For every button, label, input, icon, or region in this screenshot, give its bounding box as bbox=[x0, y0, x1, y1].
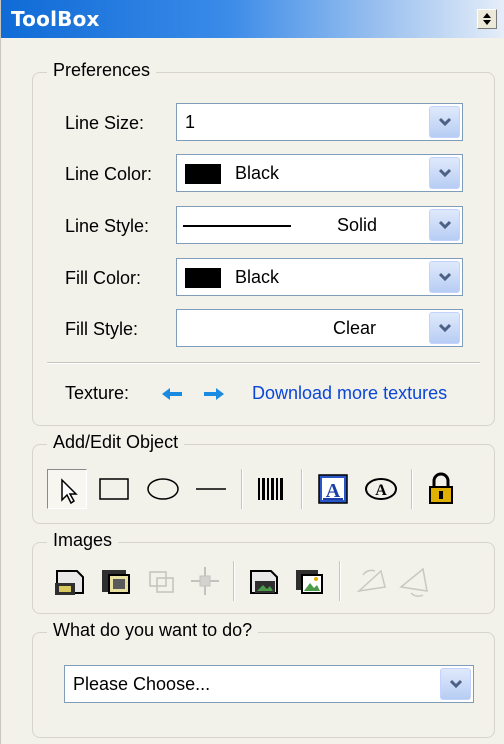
texture-label: Texture: bbox=[65, 383, 130, 403]
preferences-divider bbox=[47, 362, 480, 364]
chevron-down-icon bbox=[438, 168, 452, 178]
preferences-group: Preferences Line Size: 1 Line Color: Bla… bbox=[32, 60, 495, 426]
text-circle-tool[interactable]: A bbox=[361, 469, 401, 509]
image-crop-icon bbox=[149, 571, 174, 593]
task-group: What do you want to do? Please Choose... bbox=[32, 620, 495, 738]
rotate-right-tool bbox=[395, 561, 435, 601]
rectangle-tool[interactable] bbox=[95, 469, 135, 509]
line-style-preview bbox=[183, 225, 291, 227]
toolbox-window: ToolBox Preferences Line Size: 1 Line Co… bbox=[0, 0, 504, 744]
fill-color-swatch bbox=[185, 268, 221, 288]
line-size-dropdown-button[interactable] bbox=[429, 106, 460, 138]
fill-color-dropdown-button[interactable] bbox=[429, 261, 460, 293]
image-move-icon bbox=[191, 567, 219, 595]
fill-color-select[interactable]: Black bbox=[176, 258, 463, 296]
line-color-dropdown-button[interactable] bbox=[429, 157, 460, 189]
fill-color-value: Black bbox=[235, 267, 280, 287]
tool-separator bbox=[411, 469, 413, 509]
line-size-label: Line Size: bbox=[65, 113, 145, 133]
ellipse-tool[interactable] bbox=[143, 469, 183, 509]
chevron-down-icon bbox=[438, 323, 452, 333]
image-move-tool bbox=[185, 561, 225, 601]
line-tool[interactable] bbox=[191, 469, 231, 509]
chevron-down-icon bbox=[438, 272, 452, 282]
collapse-button[interactable] bbox=[477, 9, 497, 29]
task-select-value: Please Choose... bbox=[73, 674, 211, 694]
text-frame-tool[interactable]: A bbox=[313, 469, 353, 509]
line-style-dropdown-button[interactable] bbox=[429, 209, 460, 241]
lock-icon bbox=[429, 472, 453, 504]
line-style-select[interactable]: Solid bbox=[176, 206, 463, 244]
task-dropdown-button[interactable] bbox=[440, 668, 471, 700]
image-back-tool[interactable] bbox=[289, 561, 329, 601]
lock-tool[interactable] bbox=[421, 469, 461, 509]
image-crop-tool bbox=[141, 561, 181, 601]
line-size-value: 1 bbox=[185, 112, 196, 132]
images-group: Images bbox=[32, 530, 495, 614]
add-edit-object-group: Add/Edit Object A A bbox=[32, 432, 495, 524]
image-insert-icon bbox=[55, 570, 84, 595]
pointer-icon bbox=[61, 478, 78, 505]
barcode-tool[interactable] bbox=[251, 469, 291, 509]
fill-style-label: Fill Style: bbox=[65, 319, 139, 339]
task-select[interactable]: Please Choose... bbox=[64, 665, 474, 703]
add-edit-object-legend: Add/Edit Object bbox=[47, 432, 185, 453]
tool-separator bbox=[339, 561, 341, 601]
line-color-select[interactable]: Black bbox=[176, 154, 463, 192]
image-insert-tool[interactable] bbox=[49, 561, 89, 601]
image-replace-tool[interactable] bbox=[95, 561, 135, 601]
line-color-label: Line Color: bbox=[65, 164, 153, 184]
line-size-select[interactable]: 1 bbox=[176, 103, 463, 141]
task-legend: What do you want to do? bbox=[47, 620, 259, 641]
title-bar[interactable]: ToolBox bbox=[1, 0, 504, 38]
image-front-tool[interactable] bbox=[243, 561, 283, 601]
chevron-down-icon bbox=[438, 220, 452, 230]
line-style-label: Line Style: bbox=[65, 216, 150, 236]
fill-color-label: Fill Color: bbox=[65, 268, 142, 288]
line-color-value: Black bbox=[235, 163, 280, 183]
tool-separator bbox=[301, 469, 303, 509]
rotate-right-icon bbox=[399, 567, 428, 597]
line-icon bbox=[196, 488, 226, 490]
pointer-tool[interactable] bbox=[47, 469, 87, 509]
texture-next-icon[interactable] bbox=[203, 387, 225, 401]
fill-style-dropdown-button[interactable] bbox=[429, 312, 460, 344]
chevron-down-icon bbox=[449, 679, 463, 689]
image-back-icon bbox=[296, 570, 323, 594]
chevron-down-icon bbox=[438, 117, 452, 127]
texture-previous-icon[interactable] bbox=[161, 387, 183, 401]
svg-text:A: A bbox=[375, 482, 387, 499]
barcode-icon bbox=[258, 478, 283, 500]
preferences-legend: Preferences bbox=[47, 60, 157, 81]
line-color-swatch bbox=[185, 164, 221, 184]
up-down-arrows-icon bbox=[483, 13, 491, 25]
rotate-left-tool bbox=[351, 561, 391, 601]
line-style-value: Solid bbox=[337, 215, 378, 235]
tool-separator bbox=[241, 469, 243, 509]
rectangle-icon bbox=[99, 478, 129, 500]
image-replace-icon bbox=[102, 570, 130, 594]
image-front-icon bbox=[250, 570, 278, 594]
text-frame-icon: A bbox=[318, 474, 348, 504]
window-title: ToolBox bbox=[11, 7, 100, 31]
ellipse-icon bbox=[147, 478, 179, 500]
images-legend: Images bbox=[47, 530, 119, 551]
fill-style-select[interactable]: Clear bbox=[176, 309, 463, 347]
fill-style-value: Clear bbox=[333, 318, 377, 338]
download-textures-link[interactable]: Download more textures bbox=[252, 383, 447, 404]
rotate-left-icon bbox=[356, 569, 386, 593]
tool-separator bbox=[233, 561, 235, 601]
text-circle-icon: A bbox=[365, 478, 397, 500]
